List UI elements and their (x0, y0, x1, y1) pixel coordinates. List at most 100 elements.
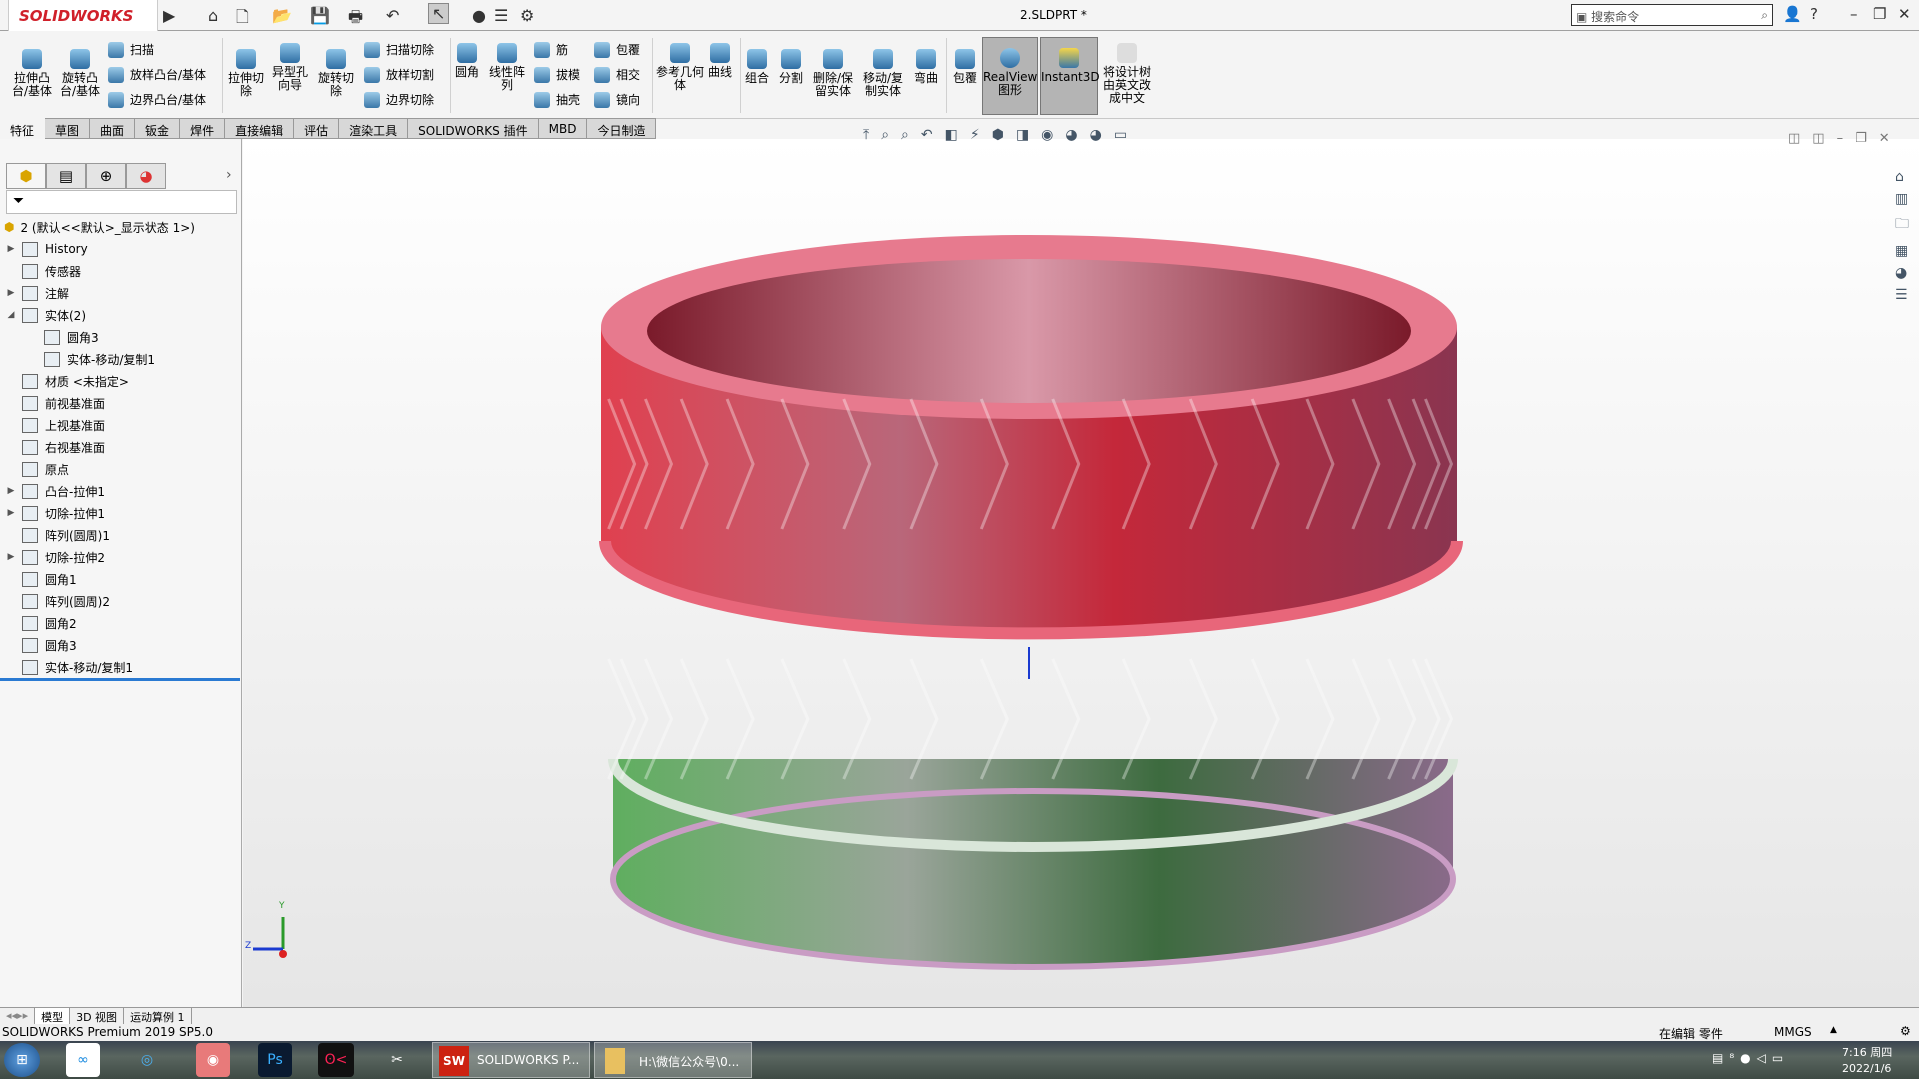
delete-keep-body-button[interactable]: 删除/保留实体 (812, 49, 854, 98)
tree-item[interactable]: 圆角1 (0, 568, 77, 590)
baidu-netdisk-icon[interactable]: ∞ (66, 1043, 100, 1077)
tree-filter-input[interactable]: ⏷ (6, 190, 237, 214)
expand-arrow-icon[interactable]: ▶ (0, 552, 22, 562)
help-icon[interactable]: ? (1810, 5, 1818, 23)
sweep-button[interactable]: 扫描 (108, 41, 154, 58)
fillet-button[interactable]: 圆角 (452, 43, 482, 79)
feature-manager-tab-icon[interactable]: ⬢ (6, 163, 46, 189)
tray-icons[interactable]: ▤⁸●◁▭ (1712, 1051, 1789, 1065)
tab-sketch[interactable]: 草图 (45, 118, 91, 139)
tree-item[interactable]: 前视基准面 (0, 392, 105, 414)
expand-arrow-icon[interactable]: ◢ (0, 310, 22, 320)
tree-item[interactable]: 右视基准面 (0, 436, 105, 458)
search-commands-input[interactable]: ▣ 搜索命令 ⌕ (1571, 4, 1773, 26)
instant3d-button[interactable]: Instant3D (1040, 37, 1100, 115)
shell-button[interactable]: 抽壳 (534, 91, 580, 108)
tab-render-tools[interactable]: 渲染工具 (339, 118, 409, 139)
combine-button[interactable]: 组合 (744, 49, 770, 85)
tree-item[interactable]: 实体-移动/复制1 (0, 656, 133, 678)
taskbar-solidworks[interactable]: SW SOLIDWORKS P... (432, 1042, 590, 1078)
realview-graphics-button[interactable]: RealView 图形 (982, 37, 1038, 115)
select-pointer-icon[interactable]: ↖ (428, 3, 450, 24)
tree-rollback-bar[interactable] (0, 678, 240, 681)
undo-icon[interactable]: ↶ (386, 6, 399, 25)
part-model[interactable] (243, 139, 1919, 1007)
start-button[interactable]: ⊞ (4, 1043, 40, 1077)
tab-weldments[interactable]: 焊件 (180, 118, 226, 139)
user-icon[interactable]: 👤 (1783, 5, 1802, 23)
draft-button[interactable]: 拔模 (534, 66, 580, 83)
boundary-boss-button[interactable]: 边界凸台/基体 (108, 91, 206, 108)
graphics-viewport[interactable]: ⤒ ⌕ ⌕ ↶ ◧ ⚡ ⬢ ◨ ◉ ◕ ◕ ▭ ◫ ◫ – ❐ ✕ ⌂ ▥ 🗀 ▦ ◕ ☰ Y Z (243, 127, 1919, 1007)
expand-menu-arrow-icon[interactable]: ▶ (163, 6, 175, 25)
expand-arrow-icon[interactable]: ▶ (0, 486, 22, 496)
tab-motion-study[interactable]: 运动算例 1 (124, 1008, 192, 1024)
tab-sheet-metal[interactable]: 钣金 (135, 118, 181, 139)
rebuild-traffic-light-icon[interactable]: ● (472, 6, 486, 25)
lofted-cut-button[interactable]: 放样切割 (364, 66, 434, 83)
tree-item[interactable]: ▶ 注解 (0, 282, 69, 304)
options-gear-icon[interactable]: ⚙ (520, 6, 534, 25)
file-properties-icon[interactable]: ☰ (494, 6, 508, 25)
tab-3d-views[interactable]: 3D 视图 (70, 1008, 125, 1024)
tab-today-manufacturing[interactable]: 今日制造 (587, 118, 657, 139)
tab-surfaces[interactable]: 曲面 (90, 118, 136, 139)
minimize-button[interactable]: – (1850, 5, 1858, 23)
expand-panel-chevron-icon[interactable]: › (226, 167, 232, 183)
app-icon[interactable]: ◉ (196, 1043, 230, 1077)
mirror-button[interactable]: 镜向 (594, 91, 640, 108)
extruded-cut-button[interactable]: 拉伸切除 (226, 49, 266, 98)
clock-time[interactable]: 7:16 周四 (1842, 1044, 1892, 1060)
tree-item[interactable]: 原点 (0, 458, 69, 480)
tab-solidworks-addins[interactable]: SOLIDWORKS 插件 (408, 118, 539, 139)
tree-item[interactable]: 材质 <未指定> (0, 370, 129, 392)
tree-item[interactable]: 圆角2 (0, 612, 77, 634)
reference-geometry-button[interactable]: 参考几何体 (656, 43, 704, 92)
tree-item[interactable]: 阵列(圆周)1 (0, 524, 110, 546)
tree-item[interactable]: ▶ 切除-拉伸1 (0, 502, 105, 524)
intersect-button[interactable]: 相交 (594, 66, 640, 83)
browser-icon[interactable]: ◎ (130, 1043, 164, 1077)
rib-button[interactable]: 筋 (534, 41, 568, 58)
clock-date[interactable]: 2022/1/6 (1842, 1062, 1891, 1075)
tree-item[interactable]: ▶ History (0, 238, 88, 260)
tab-evaluate[interactable]: 评估 (294, 118, 340, 139)
linear-pattern-button[interactable]: 线性阵列 (488, 43, 526, 92)
bottom-body[interactable] (608, 758, 1458, 970)
restore-button[interactable]: ❐ (1873, 5, 1886, 23)
print-icon[interactable]: 🖶 (348, 6, 363, 33)
tree-item[interactable]: 阵列(圆周)2 (0, 590, 110, 612)
tree-item[interactable]: 实体-移动/复制1 (22, 348, 155, 370)
tab-mbd[interactable]: MBD (538, 118, 588, 139)
split-button[interactable]: 分割 (778, 49, 804, 85)
hole-wizard-button[interactable]: 异型孔向导 (268, 43, 312, 92)
tree-item[interactable]: 上视基准面 (0, 414, 105, 436)
extruded-boss-button[interactable]: 拉伸凸台/基体 (8, 49, 56, 98)
search-icon[interactable]: ⌕ (1761, 8, 1768, 23)
unit-system[interactable]: MMGS (1774, 1025, 1812, 1039)
capture-app-icon[interactable]: ʘ< (318, 1043, 354, 1077)
swept-cut-button[interactable]: 扫描切除 (364, 41, 434, 58)
tree-item[interactable]: ▶ 凸台-拉伸1 (0, 480, 105, 502)
taskbar-explorer[interactable]: H:\微信公众号\0... (594, 1042, 752, 1078)
close-button[interactable]: ✕ (1898, 5, 1911, 23)
translate-tree-button[interactable]: 将设计树由英文改成中文 (1102, 43, 1152, 105)
tab-scroll-arrows-icon[interactable]: ◂◂▸▸ (0, 1008, 36, 1024)
revolved-cut-button[interactable]: 旋转切除 (316, 49, 356, 98)
configuration-manager-tab-icon[interactable]: ⊕ (86, 163, 126, 189)
move-copy-body-button[interactable]: 移动/复制实体 (862, 49, 904, 98)
revolved-boss-button[interactable]: 旋转凸台/基体 (56, 49, 104, 98)
tab-direct-editing[interactable]: 直接编辑 (225, 118, 295, 139)
top-body[interactable] (599, 235, 1463, 640)
property-manager-tab-icon[interactable]: ▤ (46, 163, 86, 189)
tree-root[interactable]: ⬢ 2 (默认<<默认>_显示状态 1>) (4, 216, 195, 238)
curves-button[interactable]: 曲线 (706, 43, 734, 79)
expand-arrow-icon[interactable]: ▶ (0, 508, 22, 518)
loft-boss-button[interactable]: 放样凸台/基体 (108, 66, 206, 83)
wrap-big-button[interactable]: 包覆 (950, 49, 980, 85)
tree-item[interactable]: ▶ 切除-拉伸2 (0, 546, 105, 568)
tree-item[interactable]: 圆角3 (0, 634, 77, 656)
tab-model[interactable]: 模型 (35, 1008, 71, 1024)
tree-item[interactable]: ◢ 实体(2) (0, 304, 86, 326)
save-icon[interactable]: 💾 (310, 6, 330, 25)
